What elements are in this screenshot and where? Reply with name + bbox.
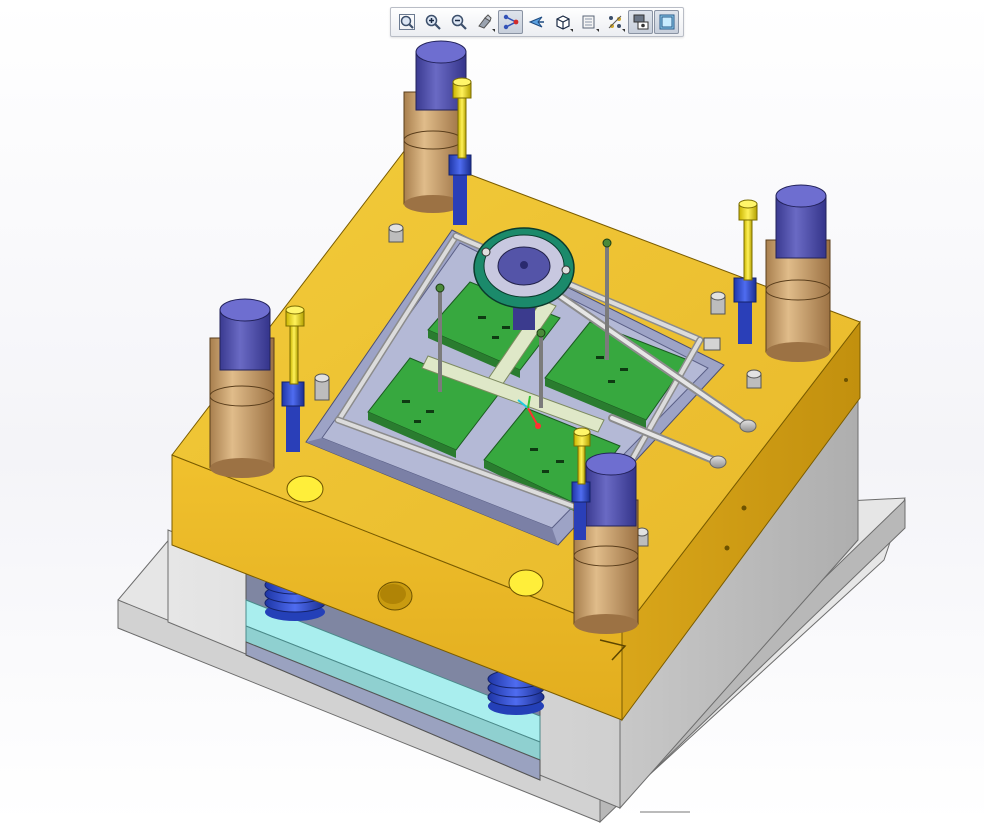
- normal-view-icon: [503, 14, 518, 30]
- render-style-icon: [582, 15, 594, 29]
- fit-all-icon: [398, 14, 415, 30]
- fly-mode-button[interactable]: [524, 10, 549, 34]
- guide-pillar-right: [765, 184, 831, 362]
- swap-visible-space-button[interactable]: [628, 10, 653, 34]
- dropdown-caret-icon: [622, 29, 625, 32]
- rotate-view-icon: [477, 14, 492, 29]
- fit-all-button[interactable]: [394, 10, 419, 34]
- iso-view-cube-icon: [555, 15, 570, 30]
- hide-show-icon: [608, 15, 621, 29]
- shading-icon: [659, 14, 674, 30]
- dropdown-caret-icon: [570, 29, 573, 32]
- render-style-button[interactable]: [576, 10, 601, 34]
- 3d-viewport[interactable]: [0, 0, 984, 823]
- zoom-out-button[interactable]: [446, 10, 471, 34]
- iso-view-button[interactable]: [550, 10, 575, 34]
- rotate-view-button[interactable]: [472, 10, 497, 34]
- zoom-out-icon: [451, 14, 467, 30]
- dropdown-caret-icon: [596, 29, 599, 32]
- normal-view-button[interactable]: [498, 10, 523, 34]
- fly-mode-icon: [528, 16, 544, 28]
- hide-show-button[interactable]: [602, 10, 627, 34]
- guide-pillar-left: [209, 298, 275, 478]
- dropdown-caret-icon: [492, 29, 495, 32]
- shading-button[interactable]: [654, 10, 679, 34]
- view-toolbar: [390, 7, 684, 37]
- zoom-in-button[interactable]: [420, 10, 445, 34]
- swap-visible-space-icon: [633, 14, 648, 30]
- zoom-in-icon: [425, 14, 441, 30]
- mold-assembly-model[interactable]: [0, 0, 984, 823]
- plate-hole-marker: [508, 569, 544, 597]
- plate-hole-marker: [286, 475, 324, 503]
